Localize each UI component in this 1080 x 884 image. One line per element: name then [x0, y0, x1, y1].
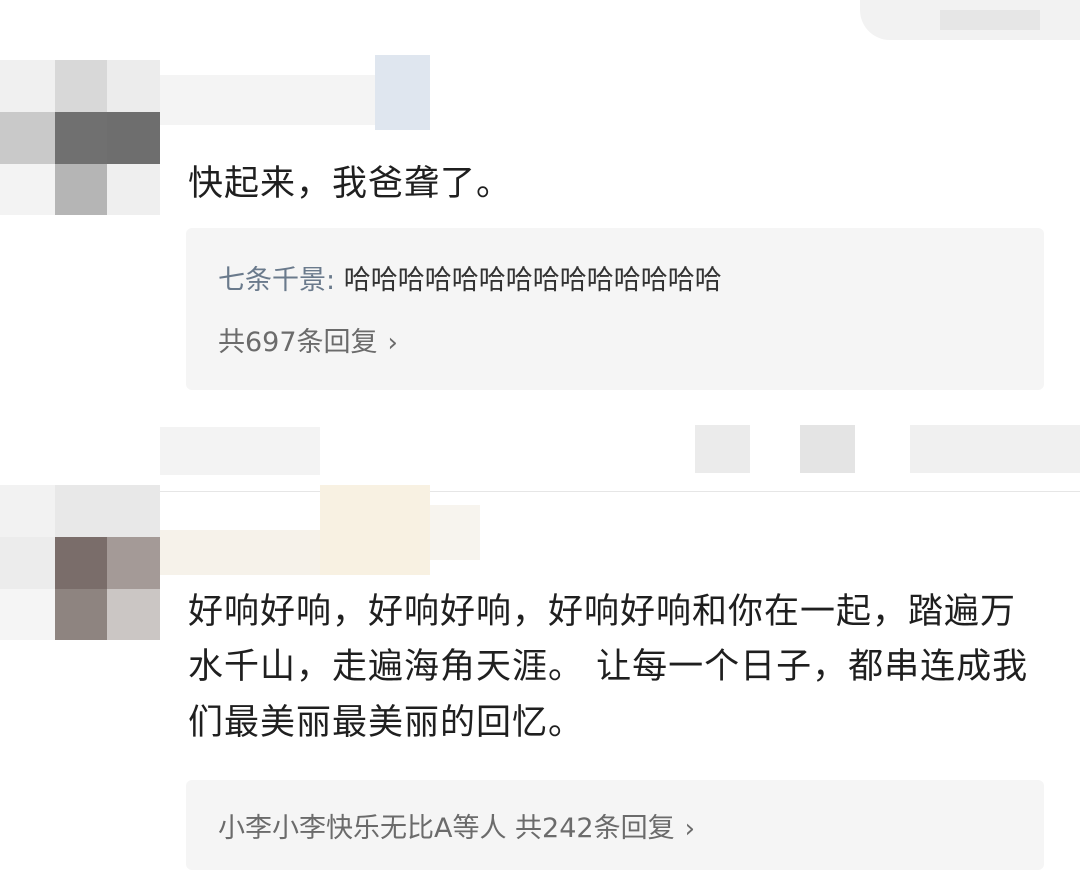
avatar-blurred	[0, 60, 160, 215]
chevron-right-icon: ›	[684, 814, 695, 844]
view-replies-link[interactable]: 小李小李快乐无比A等人 共242条回复 ›	[218, 806, 695, 845]
blurred-action-row	[160, 405, 1080, 480]
username-blurred	[160, 55, 430, 130]
comment-text: 好响好响，好响好响，好响好响和你在一起，踏遍万水千山，走遍海角天涯。 让每一个日…	[188, 592, 1029, 743]
avatar-blurred	[0, 485, 160, 640]
reply-preview-box[interactable]: 小李小李快乐无比A等人 共242条回复 ›	[186, 780, 1044, 870]
reply-text: 哈哈哈哈哈哈哈哈哈哈哈哈哈哈	[335, 265, 722, 296]
comment-text: 快起来，我爸聋了。	[188, 164, 513, 204]
username-blurred	[160, 485, 480, 580]
reply-author[interactable]: 七条千景:	[218, 265, 335, 296]
reply-count: 小李小李快乐无比A等人 共242条回复	[218, 813, 675, 844]
blurred-top-right	[860, 0, 1080, 40]
chevron-right-icon: ›	[387, 328, 398, 358]
reply-line: 七条千景: 哈哈哈哈哈哈哈哈哈哈哈哈哈哈	[218, 258, 722, 297]
view-replies-link[interactable]: 共697条回复 ›	[218, 320, 398, 359]
reply-count: 共697条回复	[218, 327, 378, 358]
reply-preview-box[interactable]: 七条千景: 哈哈哈哈哈哈哈哈哈哈哈哈哈哈 共697条回复 ›	[186, 228, 1044, 390]
